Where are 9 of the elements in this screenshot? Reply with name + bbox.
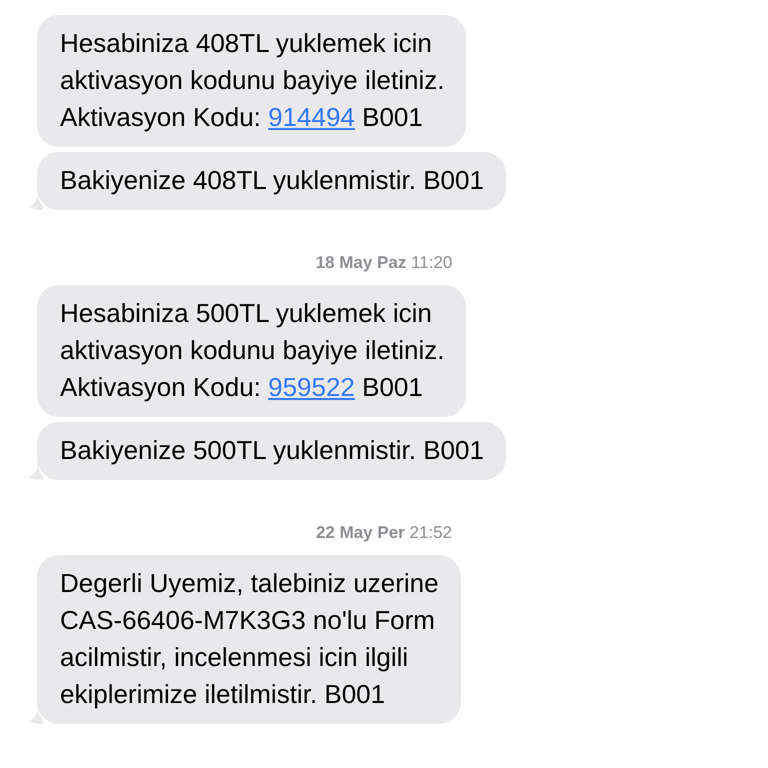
- message-bubble: Hesabiniza 408TL yuklemek icin aktivasyon kodunu bayiye iletiniz. Aktivasyon Kodu: 914494 B001: [37, 15, 466, 147]
- timestamp: 22 May Per 21:52: [316, 523, 452, 543]
- code-link[interactable]: 914494: [268, 102, 355, 132]
- message-bubble: Degerli Uyemiz, talebiniz uzerine CAS-66406-M7K3G3 no'lu Form acilmistir, incelenmesi icin ilgili ekiplerimize iletilmistir. B001: [37, 555, 461, 724]
- message-bubble: Hesabiniza 500TL yuklemek icin aktivasyon kodunu bayiye iletiniz. Aktivasyon Kodu: 959522 B001: [37, 285, 466, 417]
- timestamp: 18 May Paz 11:20: [316, 253, 452, 273]
- message-bubble: Bakiyenize 408TL yuklenmistir. B001: [37, 152, 506, 210]
- code-link[interactable]: 959522: [268, 372, 355, 402]
- message-bubble: Bakiyenize 500TL yuklenmistir. B001: [37, 422, 506, 480]
